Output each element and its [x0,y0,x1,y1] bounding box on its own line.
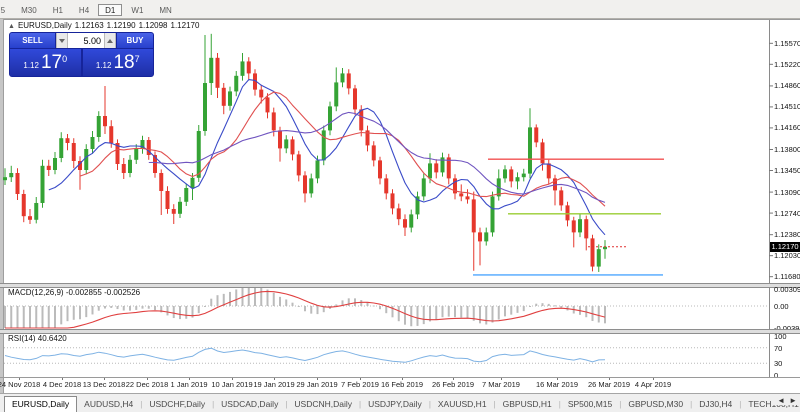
mt4-terminal: M5M30H1H4D1W1MN ▲EURUSD,Daily1.121631.12… [0,0,800,412]
price-axis-label: 1.12030 [774,251,800,260]
one-click-trading-panel: SELL BUY 1.12 17 0 1.12 18 7 [9,32,154,77]
tab-scroll-right-icon[interactable]: ► [789,396,797,405]
rsi-axis-label: 0 [774,371,778,380]
open-value: 1.12163 [75,21,104,30]
date-axis-label: 26 Mar 2019 [588,380,630,389]
price-axis-label: 1.13450 [774,166,800,175]
volume-input[interactable] [68,33,104,48]
price-axis-label: 1.13800 [774,145,800,154]
chart-tab-bar: EURUSD,DailyAUDUSD,H4|USDCHF,Daily|USDCA… [0,393,800,412]
date-axis-label: 13 Dec 2018 [83,380,126,389]
chart-tab-dj30-h4[interactable]: DJ30,H4 [692,396,739,412]
current-price-box: 1.12170 [770,242,800,252]
date-axis-label: 24 Nov 2018 [0,380,40,389]
date-axis-label: 29 Jan 2019 [296,380,337,389]
date-axis-label: 7 Feb 2019 [341,380,379,389]
volume-increase-button[interactable] [104,33,116,48]
date-axis-label: 4 Dec 2018 [43,380,81,389]
tab-scroll-arrows: ◄► [772,396,799,405]
date-axis-label: 16 Mar 2019 [536,380,578,389]
chart-symbol-label: EURUSD,Daily [18,21,72,30]
rsi-axis-label: 70 [774,344,782,353]
triangle-down-icon [59,39,65,43]
sell-price-sup: 0 [62,54,67,64]
chart-tab-audusd-h4[interactable]: AUDUSD,H4 [77,396,140,412]
tab-scroll-left-icon[interactable]: ◄ [777,396,785,405]
price-axis-label: 1.15570 [774,39,800,48]
sell-price-display[interactable]: 1.12 17 0 [10,49,81,76]
macd-rsi-separator[interactable] [0,329,800,334]
close-value: 1.12170 [171,21,200,30]
chart-tab-gbpusd-m30[interactable]: GBPUSD,M30 [621,396,690,412]
volume-spinner [56,33,116,48]
macd-axis-label: 0.003095 [774,285,800,294]
date-axis-label: 7 Mar 2019 [482,380,520,389]
date-axis-label: 19 Jan 2019 [253,380,294,389]
sell-price-base: 1.12 [23,61,39,70]
date-axis-label: 10 Jan 2019 [211,380,252,389]
date-axis-label: 26 Feb 2019 [432,380,474,389]
ohlc-header: ▲EURUSD,Daily1.121631.121901.120981.1217… [8,21,202,30]
price-axis-label: 1.15220 [774,60,800,69]
macd-axis-label: 0.00 [774,302,789,311]
buy-price-display[interactable]: 1.12 18 7 [83,49,154,76]
rsi-axis-label: 100 [774,332,787,341]
date-axis-label: 16 Feb 2019 [381,380,423,389]
chart-tab-xauusd-h1[interactable]: XAUUSD,H1 [431,396,494,412]
volume-decrease-button[interactable] [56,33,68,48]
chart-tab-usdjpy-daily[interactable]: USDJPY,Daily [361,396,429,412]
chart-tab-eurusd-daily[interactable]: EURUSD,Daily [4,396,77,412]
price-axis-label: 1.14860 [774,81,800,90]
price-axis-label: 1.12380 [774,230,800,239]
rsi-axis-label: 30 [774,359,782,368]
chart-tab-sp500-m15[interactable]: SP500,M15 [561,396,619,412]
buy-price-sup: 7 [135,54,140,64]
sell-price-big: 17 [41,52,62,74]
buy-price-base: 1.12 [96,61,112,70]
chart-tab-usdcnh-daily[interactable]: USDCNH,Daily [287,396,359,412]
date-axis-label: 22 Dec 2018 [126,380,169,389]
sell-button[interactable]: SELL [10,33,56,48]
rsi-label: RSI(14) 40.6420 [8,334,67,343]
low-value: 1.12098 [139,21,168,30]
price-axis-label: 1.11680 [774,272,800,281]
buy-price-big: 18 [113,52,134,74]
date-axis-line [0,377,800,378]
chart-tab-gbpusd-h1[interactable]: GBPUSD,H1 [496,396,559,412]
chart-tab-usdchf-daily[interactable]: USDCHF,Daily [142,396,212,412]
high-value: 1.12190 [107,21,136,30]
macd-label: MACD(12,26,9) -0.002855 -0.002526 [8,288,140,297]
price-axis-label: 1.12740 [774,209,800,218]
one-click-toggle-icon[interactable]: ▲ [8,23,15,30]
price-axis-label: 1.13090 [774,188,800,197]
price-axis-label: 1.14510 [774,102,800,111]
buy-button[interactable]: BUY [116,33,153,48]
date-axis-label: 1 Jan 2019 [170,380,207,389]
triangle-up-icon [107,39,113,43]
date-axis-label: 4 Apr 2019 [635,380,671,389]
price-axis-label: 1.14160 [774,123,800,132]
chart-tab-usdcad-daily[interactable]: USDCAD,Daily [214,396,285,412]
